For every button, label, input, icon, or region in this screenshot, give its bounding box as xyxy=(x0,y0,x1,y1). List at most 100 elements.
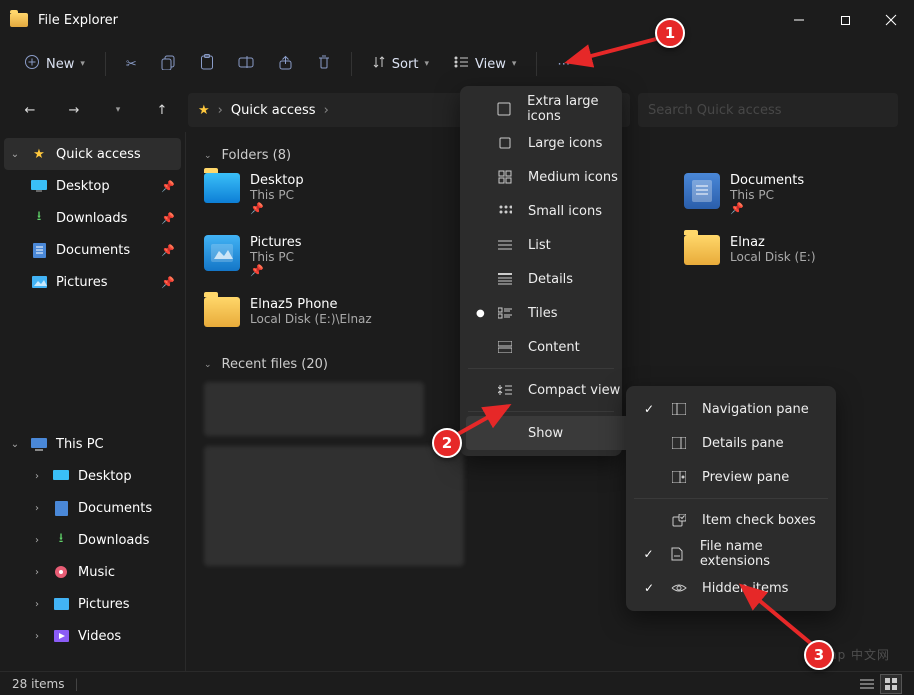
pin-icon: 📌 xyxy=(250,264,301,277)
download-icon: ⭳ xyxy=(52,529,70,551)
chevron-down-icon: ⌄ xyxy=(204,151,212,161)
pin-icon: 📌 xyxy=(250,202,304,215)
details-view-toggle[interactable] xyxy=(856,674,878,694)
check-icon: ✓ xyxy=(642,581,656,595)
recent-file-item[interactable] xyxy=(204,446,464,566)
annotation-1: 1 xyxy=(655,18,685,48)
menu-item-file-name-extensions[interactable]: ✓File name extensions xyxy=(632,537,842,571)
desktop-icon xyxy=(30,180,48,192)
cut-icon: ✂ xyxy=(126,57,137,72)
delete-button[interactable] xyxy=(307,46,341,82)
menu-item-tiles[interactable]: ●Tiles xyxy=(466,296,646,330)
show-submenu: ✓Navigation pane Details pane Preview pa… xyxy=(626,386,836,611)
content-icon xyxy=(496,341,514,353)
check-icon: ✓ xyxy=(642,402,656,416)
folder-item-desktop[interactable]: DesktopThis PC📌 xyxy=(204,173,414,215)
sidebar-item-quick-access[interactable]: ⌄ ★ Quick access xyxy=(4,138,181,170)
recent-file-item[interactable] xyxy=(204,382,424,436)
hidden-icon xyxy=(670,582,688,594)
chevron-down-icon: ⌄ xyxy=(204,360,212,370)
md-icons-icon xyxy=(496,170,514,184)
folder-item-documents[interactable]: DocumentsThis PC📌 xyxy=(684,173,894,215)
sidebar-item-documents[interactable]: Documents📌 xyxy=(0,234,185,266)
thumbnail-view-toggle[interactable] xyxy=(880,674,902,694)
chevron-down-icon: ▾ xyxy=(80,59,85,69)
menu-item-hidden-items[interactable]: ✓Hidden items xyxy=(632,571,842,605)
compact-icon xyxy=(496,384,514,396)
menu-item-details-pane[interactable]: Details pane xyxy=(632,426,842,460)
menu-item-item-check-boxes[interactable]: Item check boxes xyxy=(632,503,842,537)
sort-button[interactable]: Sort ▾ xyxy=(362,46,439,82)
view-menu: Extra large icons Large icons Medium ico… xyxy=(460,86,622,456)
menu-item-small-icons[interactable]: Small icons xyxy=(466,194,646,228)
up-button[interactable]: ↑ xyxy=(144,92,180,128)
menu-item-show[interactable]: Show› xyxy=(466,416,646,450)
titlebar: File Explorer xyxy=(0,0,914,40)
document-icon xyxy=(52,501,70,516)
close-button[interactable] xyxy=(868,0,914,40)
sidebar-item-pc-pictures[interactable]: ›Pictures xyxy=(0,588,185,620)
sidebar-item-pc-documents[interactable]: ›Documents xyxy=(0,492,185,524)
chevron-right-icon: › xyxy=(30,471,44,482)
sidebar-item-pc-music[interactable]: ›Music xyxy=(0,556,185,588)
menu-item-preview-pane[interactable]: Preview pane xyxy=(632,460,842,494)
lg-icons-icon xyxy=(496,136,514,150)
sm-icons-icon xyxy=(496,204,514,218)
sidebar-item-downloads[interactable]: ⭳Downloads📌 xyxy=(0,202,185,234)
chevron-down-icon: ⌄ xyxy=(8,439,22,450)
star-icon: ★ xyxy=(198,103,210,118)
annotation-3: 3 xyxy=(804,640,834,670)
cut-button[interactable]: ✂ xyxy=(116,46,147,82)
menu-item-navigation-pane[interactable]: ✓Navigation pane xyxy=(632,392,842,426)
delete-icon xyxy=(317,54,331,74)
picture-icon xyxy=(52,598,70,610)
menu-item-compact-view[interactable]: Compact view xyxy=(466,373,646,407)
search-placeholder: Search Quick access xyxy=(648,103,782,118)
folder-item-pictures[interactable]: PicturesThis PC📌 xyxy=(204,235,414,277)
menu-item-large-icons[interactable]: Large icons xyxy=(466,126,646,160)
history-button[interactable]: ▾ xyxy=(100,92,136,128)
more-button[interactable]: ⋯ xyxy=(547,46,580,82)
maximize-button[interactable] xyxy=(822,0,868,40)
folder-icon xyxy=(204,297,240,327)
pin-icon: 📌 xyxy=(161,180,175,193)
pc-icon xyxy=(30,438,48,451)
forward-button[interactable]: → xyxy=(56,92,92,128)
download-icon: ⭳ xyxy=(30,207,48,229)
new-button[interactable]: New ▾ xyxy=(14,46,95,82)
sidebar-item-pc-downloads[interactable]: ›⭳Downloads xyxy=(0,524,185,556)
rename-button[interactable] xyxy=(228,46,264,82)
sidebar-item-desktop[interactable]: Desktop📌 xyxy=(0,170,185,202)
copy-icon xyxy=(161,55,176,74)
plus-icon xyxy=(24,54,40,74)
folder-item-elnaz5-phone[interactable]: Elnaz5 PhoneLocal Disk (E:)\Elnaz xyxy=(204,297,414,327)
sidebar-item-pc-desktop[interactable]: ›Desktop xyxy=(0,460,185,492)
minimize-button[interactable] xyxy=(776,0,822,40)
details-icon xyxy=(496,273,514,285)
menu-item-list[interactable]: List xyxy=(466,228,646,262)
video-icon xyxy=(52,630,70,642)
pin-icon: 📌 xyxy=(161,276,175,289)
check-icon: ✓ xyxy=(642,547,655,561)
menu-item-extra-large-icons[interactable]: Extra large icons xyxy=(466,92,646,126)
sidebar-item-this-pc[interactable]: ⌄ This PC xyxy=(0,428,185,460)
xl-icons-icon xyxy=(496,102,513,116)
paste-button[interactable] xyxy=(190,46,224,82)
chevron-down-icon: ⌄ xyxy=(8,149,22,160)
rename-icon xyxy=(238,55,254,73)
breadcrumb-item[interactable]: Quick access xyxy=(231,103,316,118)
ext-icon xyxy=(669,547,686,561)
sidebar-item-pictures[interactable]: Pictures📌 xyxy=(0,266,185,298)
view-icon xyxy=(453,55,469,73)
search-box[interactable]: Search Quick access xyxy=(638,93,898,127)
copy-button[interactable] xyxy=(151,46,186,82)
menu-item-content[interactable]: Content xyxy=(466,330,646,364)
sidebar-item-pc-videos[interactable]: ›Videos xyxy=(0,620,185,652)
back-button[interactable]: ← xyxy=(12,92,48,128)
folder-item-elnaz[interactable]: ElnazLocal Disk (E:) xyxy=(684,235,894,277)
tiles-icon xyxy=(496,307,514,319)
menu-item-details[interactable]: Details xyxy=(466,262,646,296)
menu-item-medium-icons[interactable]: Medium icons xyxy=(466,160,646,194)
view-button[interactable]: View ▾ xyxy=(443,46,526,82)
share-button[interactable] xyxy=(268,46,303,82)
